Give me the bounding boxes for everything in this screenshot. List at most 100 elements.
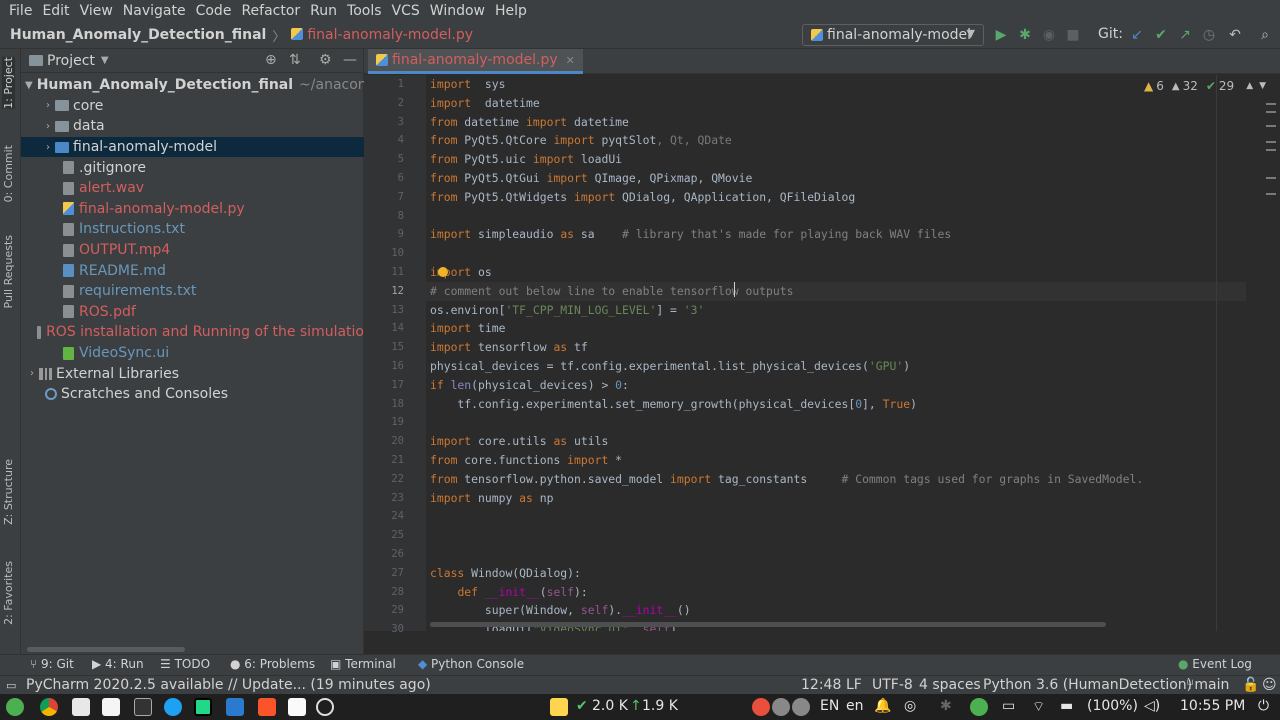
- app-tray-icon[interactable]: [970, 698, 988, 716]
- git-push-icon[interactable]: ↗: [1176, 26, 1194, 44]
- breadcrumb-project[interactable]: Human_Anomaly_Detection_final: [0, 27, 266, 43]
- tool-problems[interactable]: ● 6: Problems: [230, 657, 315, 671]
- tab-project[interactable]: 1: Project: [2, 57, 15, 109]
- git-commit-icon[interactable]: ✔: [1152, 26, 1170, 44]
- clock[interactable]: 10:55 PM: [1180, 698, 1245, 714]
- caret-position[interactable]: 12:48: [801, 677, 841, 693]
- file-encoding[interactable]: UTF-8: [872, 677, 913, 693]
- locate-icon[interactable]: ⊕: [265, 52, 277, 68]
- pycharm-icon[interactable]: [194, 698, 212, 716]
- tree-item-ros-installation[interactable]: ROS installation and Running of the simu…: [21, 322, 364, 343]
- code-line[interactable]: import time: [430, 319, 505, 338]
- maximize-window-icon[interactable]: [792, 698, 810, 716]
- history-icon[interactable]: ◷: [1200, 26, 1218, 44]
- line-separator[interactable]: LF: [846, 677, 862, 693]
- git-update-icon[interactable]: ↙: [1128, 26, 1146, 44]
- code-line[interactable]: # comment out below line to enable tenso…: [430, 282, 793, 301]
- chevron-right-icon[interactable]: ›: [41, 121, 55, 132]
- collapse-all-icon[interactable]: ⇅: [289, 52, 301, 68]
- project-panel-title[interactable]: Project: [47, 53, 95, 69]
- error-stripe[interactable]: [1266, 89, 1276, 209]
- tree-item-instructions[interactable]: Instructions.txt: [21, 219, 364, 240]
- volume-icon[interactable]: ◁): [1144, 698, 1160, 714]
- menu-help[interactable]: Help: [490, 0, 532, 22]
- chevron-up-icon[interactable]: ▲: [1246, 81, 1253, 91]
- code-line[interactable]: from PyQt5.uic import loadUi: [430, 150, 622, 169]
- menu-tools[interactable]: Tools: [342, 0, 387, 22]
- tab-favorites[interactable]: 2: Favorites: [2, 561, 15, 625]
- rollback-icon[interactable]: ↶: [1226, 26, 1244, 44]
- tree-external-libraries[interactable]: › External Libraries: [21, 363, 364, 384]
- tree-scratches[interactable]: Scratches and Consoles: [21, 384, 364, 405]
- terminal-icon[interactable]: [134, 698, 152, 716]
- menu-run[interactable]: Run: [305, 0, 342, 22]
- code-line[interactable]: import datetime: [430, 94, 540, 113]
- chevron-right-icon[interactable]: ›: [25, 368, 39, 379]
- tree-root[interactable]: ▼ Human_Anomaly_Detection_final ~/anacon…: [21, 75, 364, 96]
- code-line[interactable]: physical_devices = tf.config.experimenta…: [430, 357, 910, 376]
- code-line[interactable]: from PyQt5.QtWidgets import QDialog, QAp…: [430, 188, 855, 207]
- code-line[interactable]: import core.utils as utils: [430, 432, 608, 451]
- tool-event-log[interactable]: ● Event Log: [1178, 657, 1252, 671]
- bluetooth-icon[interactable]: ✱: [940, 698, 952, 714]
- menu-window[interactable]: Window: [425, 0, 490, 22]
- skype-icon[interactable]: [164, 698, 182, 716]
- code-line[interactable]: if len(physical_devices) > 0:: [430, 376, 629, 395]
- close-window-icon[interactable]: [752, 698, 770, 716]
- code-line[interactable]: import tensorflow as tf: [430, 338, 588, 357]
- debug-icon[interactable]: ✱: [1016, 26, 1034, 44]
- python-interpreter[interactable]: Python 3.6 (HumanDetection): [983, 677, 1192, 693]
- inspection-widget[interactable]: ▲ 6 ▲ 32 ✔ 29 ▲ ▼: [1144, 79, 1266, 93]
- project-horizontal-scrollbar[interactable]: [27, 647, 185, 652]
- menu-file[interactable]: File: [4, 0, 37, 22]
- code-line[interactable]: def __init__(self):: [430, 583, 587, 602]
- tree-item-readme[interactable]: README.md: [21, 260, 364, 281]
- tool-python-console[interactable]: ◆ Python Console: [418, 657, 524, 671]
- breadcrumb-file[interactable]: final-anomaly-model.py: [291, 27, 473, 43]
- status-icon[interactable]: ◎: [904, 698, 916, 714]
- coverage-icon[interactable]: ◉: [1040, 26, 1058, 44]
- status-message[interactable]: PyCharm 2020.2.5 available // Update... …: [26, 677, 431, 693]
- hector-icon[interactable]: ☺: [1262, 677, 1277, 693]
- locale-indicator[interactable]: en: [846, 698, 864, 714]
- files-icon[interactable]: [72, 698, 90, 716]
- code-line[interactable]: import sys: [430, 75, 505, 94]
- search-icon[interactable]: ⌕: [1256, 26, 1274, 44]
- menu-vcs[interactable]: VCS: [387, 0, 425, 22]
- lock-icon[interactable]: 🔓: [1242, 677, 1259, 693]
- tree-item-final-anomaly-model-py[interactable]: final-anomaly-model.py: [21, 199, 364, 220]
- power-icon[interactable]: ⏻: [1258, 698, 1269, 714]
- tree-item-videosync-ui[interactable]: VideoSync.ui: [21, 343, 364, 364]
- menu-view[interactable]: View: [75, 0, 118, 22]
- tool-terminal[interactable]: ▣ Terminal: [330, 657, 396, 671]
- brave-icon[interactable]: [258, 698, 276, 716]
- lightbulb-icon[interactable]: [438, 267, 448, 277]
- code-line[interactable]: super(Window, self).__init__(): [430, 601, 691, 620]
- tab-structure[interactable]: Z: Structure: [2, 459, 15, 525]
- notification-bell-icon[interactable]: 🔔: [874, 698, 891, 714]
- tool-git[interactable]: ⑂ 9: Git: [30, 657, 74, 671]
- tab-final-anomaly-model-py[interactable]: final-anomaly-model.py ✕: [368, 49, 583, 74]
- code-line[interactable]: tf.config.experimental.set_memory_growth…: [430, 395, 917, 414]
- code-line[interactable]: os.environ['TF_CPP_MIN_LOG_LEVEL'] = '3': [430, 301, 704, 320]
- menu-navigate[interactable]: Navigate: [118, 0, 191, 22]
- code-line[interactable]: from PyQt5.QtCore import pyqtSlot, Qt, Q…: [430, 131, 732, 150]
- close-icon[interactable]: ✕: [566, 54, 575, 67]
- git-branch-widget[interactable]: ⑂main: [1186, 677, 1229, 693]
- code-line[interactable]: from datetime import datetime: [430, 113, 629, 132]
- gear-icon[interactable]: ⚙: [319, 52, 332, 68]
- code-line[interactable]: from PyQt5.QtGui import QImage, QPixmap,…: [430, 169, 752, 188]
- text-editor-icon[interactable]: [102, 698, 120, 716]
- tree-item-data[interactable]: › data: [21, 116, 364, 137]
- app-menu-icon[interactable]: [6, 698, 24, 716]
- minimize-window-icon[interactable]: [772, 698, 790, 716]
- obs-icon[interactable]: [316, 698, 334, 716]
- tree-item-gitignore[interactable]: .gitignore: [21, 157, 364, 178]
- code-line[interactable]: import simpleaudio as sa # library that'…: [430, 225, 951, 244]
- code-line[interactable]: import numpy as np: [430, 489, 553, 508]
- battery-icon[interactable]: ▬: [1060, 698, 1073, 714]
- chevron-down-icon[interactable]: ▼: [101, 55, 109, 66]
- chevron-right-icon[interactable]: ›: [41, 100, 55, 111]
- run-icon[interactable]: ▶: [992, 26, 1010, 44]
- status-toggle-icon[interactable]: ▭: [6, 679, 16, 692]
